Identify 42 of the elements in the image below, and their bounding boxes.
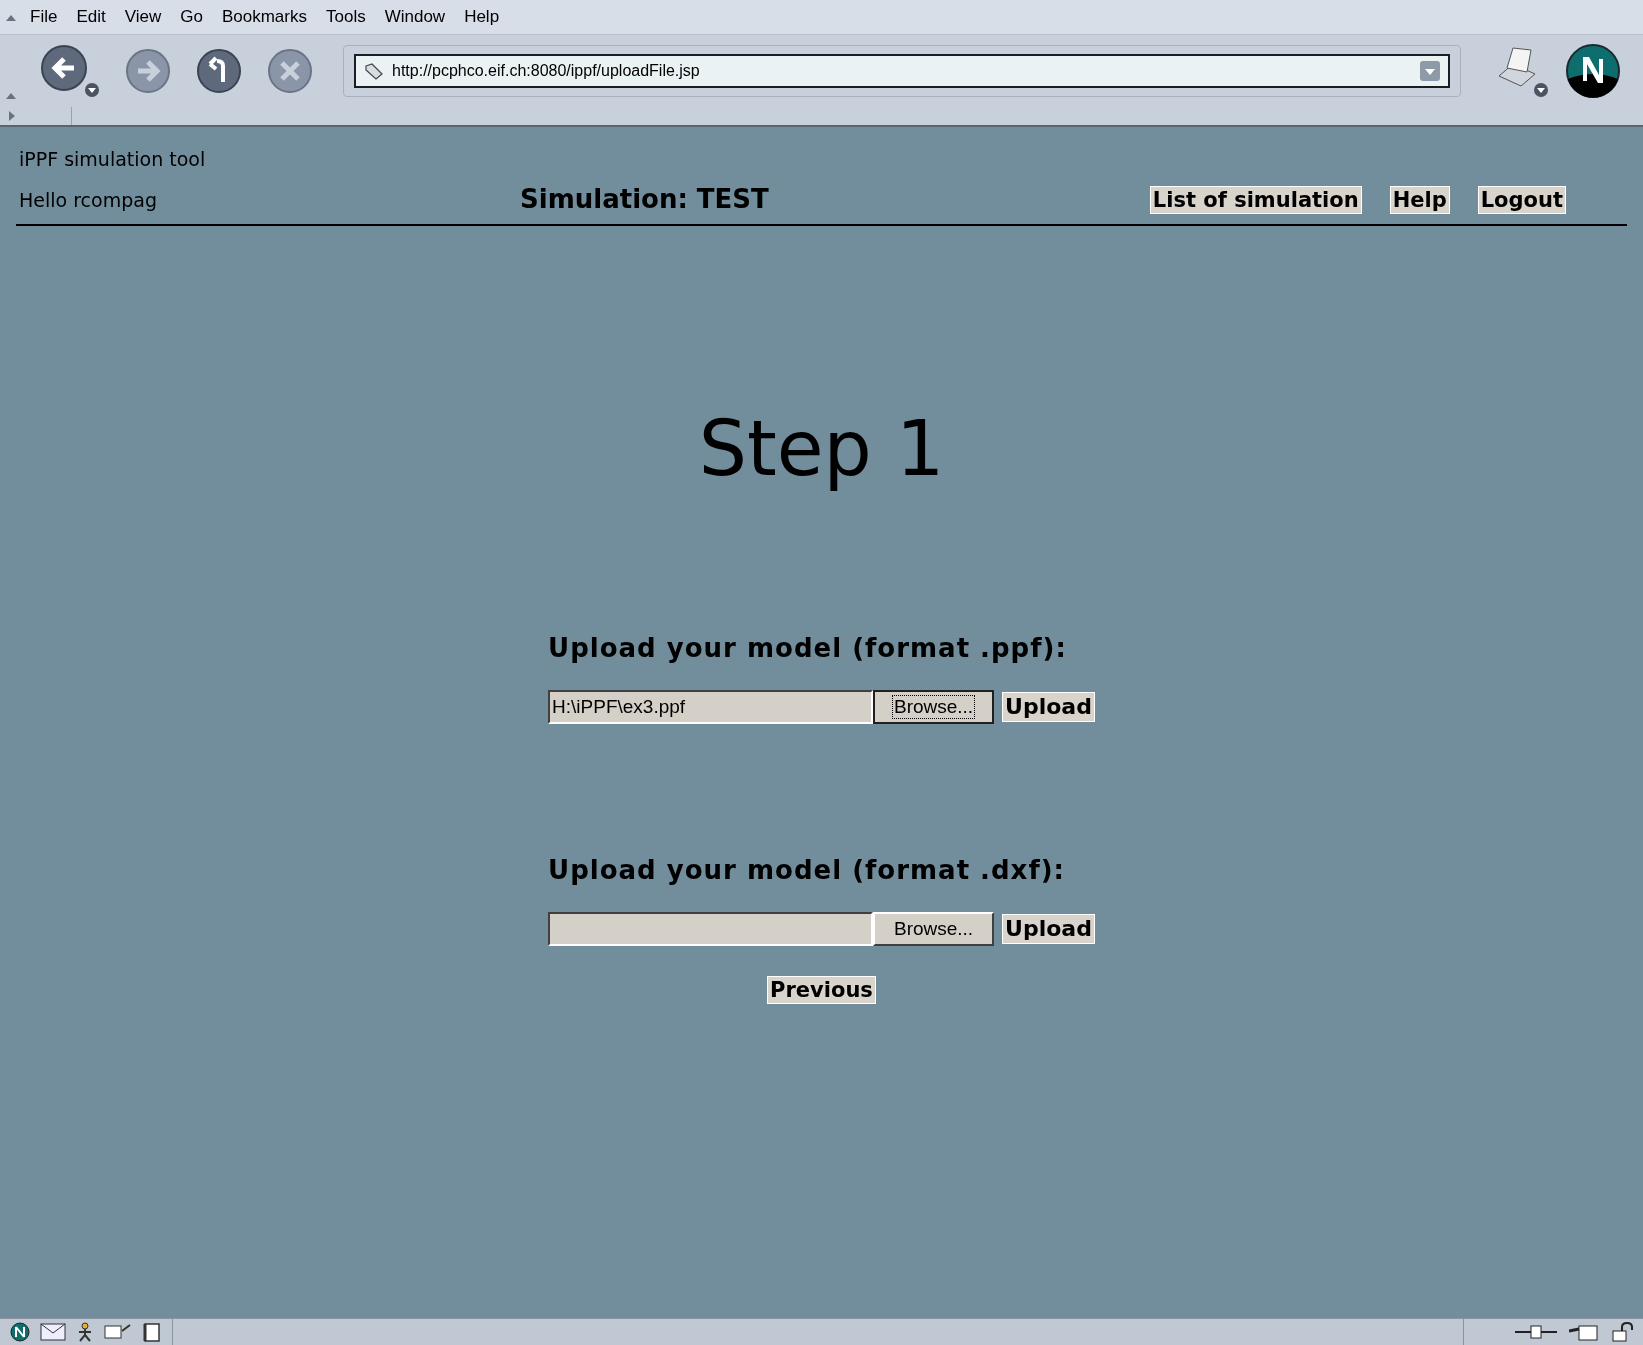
browse-button[interactable]: Browse... bbox=[873, 690, 995, 724]
app-name: iPPF simulation tool bbox=[19, 147, 207, 172]
previous-button[interactable]: Previous bbox=[767, 976, 876, 1004]
nav-link[interactable]: Logout bbox=[1477, 186, 1566, 214]
menu-item[interactable]: Help bbox=[464, 4, 500, 30]
file-path-field[interactable]: H:\iPPF\ex3.ppf bbox=[548, 690, 874, 724]
nav-link[interactable]: List of simulation bbox=[1149, 186, 1362, 214]
collapse-icon[interactable] bbox=[6, 91, 16, 99]
globe-logo-icon[interactable] bbox=[1565, 43, 1621, 99]
menu-item[interactable]: Tools bbox=[325, 4, 366, 30]
menu-item[interactable]: Window bbox=[384, 4, 446, 30]
person-icon[interactable] bbox=[76, 1322, 94, 1342]
greeting-text: Hello rcompag bbox=[19, 187, 158, 213]
stop-icon[interactable] bbox=[267, 48, 313, 94]
mail-icon[interactable] bbox=[40, 1323, 66, 1341]
forward-icon[interactable] bbox=[125, 48, 171, 94]
reload-icon[interactable] bbox=[196, 48, 242, 94]
menu-item[interactable]: View bbox=[124, 4, 162, 30]
notepad-icon[interactable] bbox=[142, 1322, 162, 1342]
step-heading: Step 1 bbox=[698, 404, 945, 494]
file-path-field[interactable] bbox=[548, 912, 874, 946]
expand-icon[interactable] bbox=[8, 111, 16, 121]
globe-icon[interactable] bbox=[10, 1322, 30, 1342]
upload-button[interactable]: Upload bbox=[1002, 914, 1095, 944]
menu-item[interactable]: Bookmarks bbox=[221, 4, 307, 30]
menu-item[interactable]: Go bbox=[180, 4, 203, 30]
simulation-title: Simulation: TEST bbox=[520, 184, 769, 214]
browse-button[interactable]: Browse... bbox=[873, 912, 995, 946]
dropdown-icon[interactable] bbox=[1420, 61, 1440, 81]
unlocked-padlock-icon bbox=[1611, 1322, 1635, 1342]
connection-icon bbox=[1515, 1325, 1557, 1339]
url-text: http://pcphco.eif.ch:8080/ippf/uploadFile.jsp bbox=[392, 61, 701, 81]
menu-item[interactable]: Edit bbox=[76, 4, 106, 30]
collapse-icon[interactable] bbox=[6, 13, 16, 21]
menu-item[interactable]: File bbox=[30, 4, 58, 30]
upload-heading: Upload your model (format .ppf): bbox=[548, 632, 1068, 664]
url-field[interactable]: http://pcphco.eif.ch:8080/ippf/uploadFile.jsp bbox=[354, 54, 1450, 88]
upload-heading: Upload your model (format .dxf): bbox=[548, 854, 1066, 886]
back-icon[interactable] bbox=[40, 44, 100, 98]
upload-button[interactable]: Upload bbox=[1002, 692, 1095, 722]
tag-icon bbox=[364, 62, 384, 80]
nav-link[interactable]: Help bbox=[1389, 186, 1450, 214]
